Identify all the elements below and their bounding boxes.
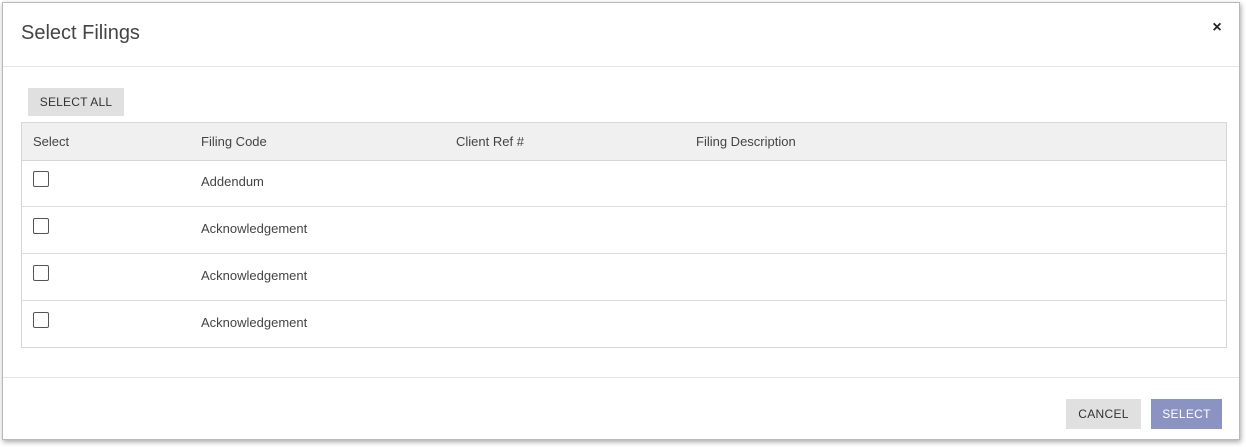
row-select-checkbox[interactable]: [33, 265, 49, 281]
column-header-filing-description: Filing Description: [696, 134, 796, 149]
row-select-checkbox[interactable]: [33, 218, 49, 234]
column-header-select: Select: [33, 134, 70, 149]
row-select-checkbox[interactable]: [33, 171, 49, 187]
table-row: Acknowledgement: [22, 207, 1226, 254]
select-button[interactable]: SELECT: [1151, 399, 1222, 429]
select-all-button[interactable]: SELECT ALL: [28, 88, 124, 116]
row-select-checkbox[interactable]: [33, 312, 49, 328]
column-header-client-ref: Client Ref #: [456, 134, 524, 149]
dialog-footer: CANCEL SELECT: [3, 377, 1239, 439]
table-row: Acknowledgement: [22, 301, 1226, 348]
filing-code-cell: Acknowledgement: [201, 315, 308, 330]
filing-code-cell: Addendum: [201, 174, 264, 189]
table-row: Addendum: [22, 160, 1226, 207]
close-icon[interactable]: ×: [1209, 20, 1225, 36]
column-header-filing-code: Filing Code: [201, 134, 267, 149]
filings-table: Select Filing Code Client Ref # Filing D…: [21, 122, 1227, 348]
dialog-title: Select Filings: [21, 22, 140, 44]
cancel-button[interactable]: CANCEL: [1066, 399, 1141, 429]
filing-code-cell: Acknowledgement: [201, 221, 308, 236]
table-header: Select Filing Code Client Ref # Filing D…: [22, 123, 1226, 161]
select-filings-dialog: Select Filings × SELECT ALL Select Filin…: [2, 2, 1240, 440]
filing-code-cell: Acknowledgement: [201, 268, 308, 283]
table-row: Acknowledgement: [22, 254, 1226, 301]
dialog-header: Select Filings ×: [3, 3, 1239, 67]
